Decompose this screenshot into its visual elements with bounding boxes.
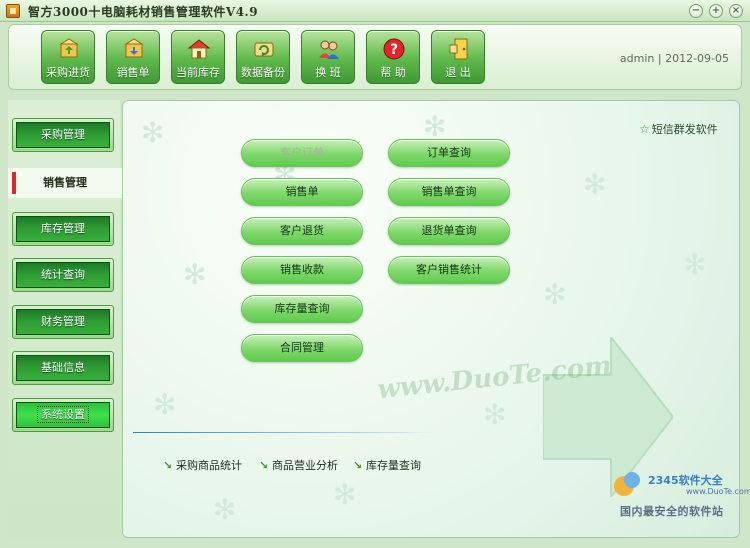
snowflake-decor-icon: ✻ [483,398,507,431]
sidebar-item-basic-info[interactable]: 基础信息 [12,351,114,385]
sms-link-label: 短信群发软件 [651,123,718,136]
sidebar-item-label: 基础信息 [16,355,110,381]
sales-order-label: 销售单 [116,66,150,79]
minimize-icon[interactable]: − [689,4,703,18]
sidebar-item-sales[interactable]: 销售管理 [8,168,122,198]
exit-button[interactable]: 退 出 [431,30,485,84]
exit-label: 退 出 [445,66,471,79]
sales-box-icon [124,38,144,58]
quick-link-label: 商品营业分析 [272,459,338,472]
sidebar-item-inventory[interactable]: 库存管理 [12,212,114,246]
order-query-button[interactable]: 订单查询 [388,139,510,167]
quick-link-stock-query[interactable]: ↘ 库存量查询 [353,457,421,473]
data-backup-button[interactable]: 数据备份 [236,30,290,84]
sidebar-item-label: 财务管理 [16,309,110,335]
stock-query-button[interactable]: 库存量查询 [241,295,363,323]
title-bar: 智方3000十电脑耗材销售管理软件V4.9 − + × [0,0,750,22]
sales-order-button[interactable]: 销售单 [106,30,160,84]
watermark-url: www.DuoTe.com [686,487,750,496]
user-date-info: admin | 2012-09-05 [619,52,729,65]
snowflake-decor-icon: ✻ [683,248,707,281]
snowflake-decor-icon: ✻ [583,168,607,201]
snowflake-decor-icon: ✻ [213,493,237,526]
watermark-brand: 2345软件大全 [648,474,723,487]
shift-users-icon [319,40,339,59]
snowflake-decor-icon: ✻ [543,278,567,311]
current-stock-label: 当前库存 [176,66,220,79]
change-shift-label: 换 班 [315,66,341,79]
mascot-logo-icon [612,470,642,498]
snowflake-decor-icon: ✻ [141,116,165,149]
maximize-icon[interactable]: + [709,4,723,18]
data-backup-label: 数据备份 [241,66,285,79]
sidebar-nav: 采购管理 销售管理 库存管理 统计查询 财务管理 基础信息 系统设置 [8,100,122,538]
sidebar-item-purchase[interactable]: 采购管理 [12,118,114,152]
arrow-down-right-icon: ↘ [353,459,363,472]
purchase-button[interactable]: 采购进货 [41,30,95,84]
current-stock-button[interactable]: 当前库存 [171,30,225,84]
main-toolbar: 采购进货 销售单 当前库存 数据备份 换 班 ? 帮 助 退 出 admin |… [8,24,742,90]
sales-order-action-button[interactable]: 销售单 [241,178,363,206]
return-order-query-button[interactable]: 退货单查询 [388,217,510,245]
quick-link-business-analysis[interactable]: ↘ 商品营业分析 [259,457,338,473]
app-icon [6,4,20,18]
sidebar-item-label: 系统设置 [37,406,89,423]
close-icon[interactable]: × [729,4,743,18]
window-title: 智方3000十电脑耗材销售管理软件V4.9 [28,5,259,19]
snowflake-decor-icon: ✻ [153,388,177,421]
purchase-label: 采购进货 [46,66,90,79]
help-icon: ? [383,38,405,60]
quick-link-label: 库存量查询 [366,459,421,472]
quick-link-label: 采购商品统计 [176,459,242,472]
backup-icon [254,42,274,57]
exit-door-icon [449,38,468,60]
site-watermark: 2345软件大全 www.DuoTe.com 国内最安全的软件站 [612,470,750,520]
sidebar-item-label: 采购管理 [16,122,110,148]
arrow-down-right-icon: ↘ [163,459,173,472]
quick-link-purchase-stats[interactable]: ↘ 采购商品统计 [163,457,242,473]
snowflake-decor-icon: ✻ [183,258,207,291]
sidebar-item-statistics[interactable]: 统计查询 [12,258,114,292]
help-button[interactable]: ? 帮 助 [366,30,420,84]
sidebar-item-label: 销售管理 [43,176,87,189]
sales-order-query-button[interactable]: 销售单查询 [388,178,510,206]
snowflake-decor-icon: ✻ [423,110,447,143]
sidebar-item-label: 库存管理 [16,216,110,242]
sales-receipt-button[interactable]: 销售收款 [241,256,363,284]
star-icon: ☆ [639,122,650,136]
contract-management-button[interactable]: 合同管理 [241,334,363,362]
warehouse-icon [187,39,211,59]
arrow-down-right-icon: ↘ [259,459,269,472]
cart-box-icon [59,38,79,58]
change-shift-button[interactable]: 换 班 [301,30,355,84]
customer-return-button[interactable]: 客户退货 [241,217,363,245]
snowflake-decor-icon: ✻ [333,478,357,511]
help-label: 帮 助 [380,66,406,79]
watermark-slogan: 国内最安全的软件站 [620,505,724,518]
section-divider [133,432,435,433]
customer-order-button[interactable]: 客户订单 [241,139,363,167]
sidebar-item-finance[interactable]: 财务管理 [12,305,114,339]
sidebar-item-label: 统计查询 [16,262,110,288]
sidebar-item-settings[interactable]: 系统设置 [12,398,114,432]
sms-link[interactable]: ☆ 短信群发软件 [639,121,718,137]
svg-text:?: ? [390,42,398,58]
customer-sales-stats-button[interactable]: 客户销售统计 [388,256,510,284]
